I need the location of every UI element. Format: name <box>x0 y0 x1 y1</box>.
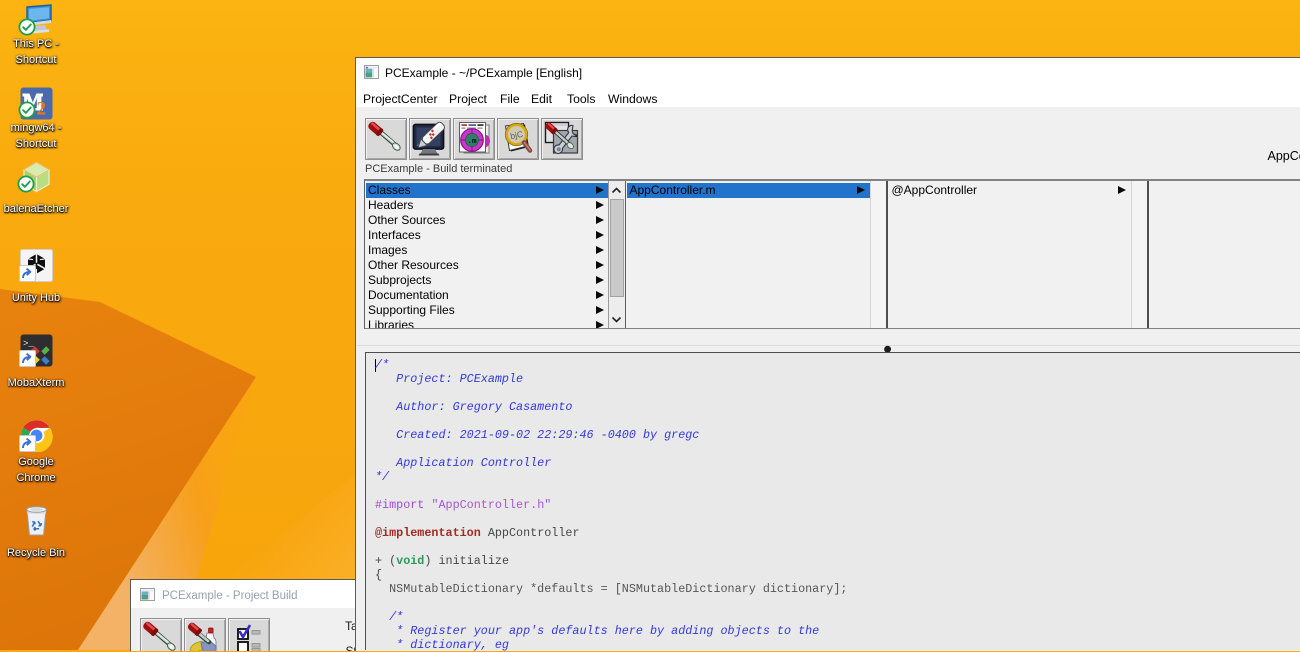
svg-text:>_: >_ <box>23 339 34 349</box>
svg-text:.m: .m <box>467 138 477 146</box>
svg-text:2: 2 <box>37 99 47 120</box>
